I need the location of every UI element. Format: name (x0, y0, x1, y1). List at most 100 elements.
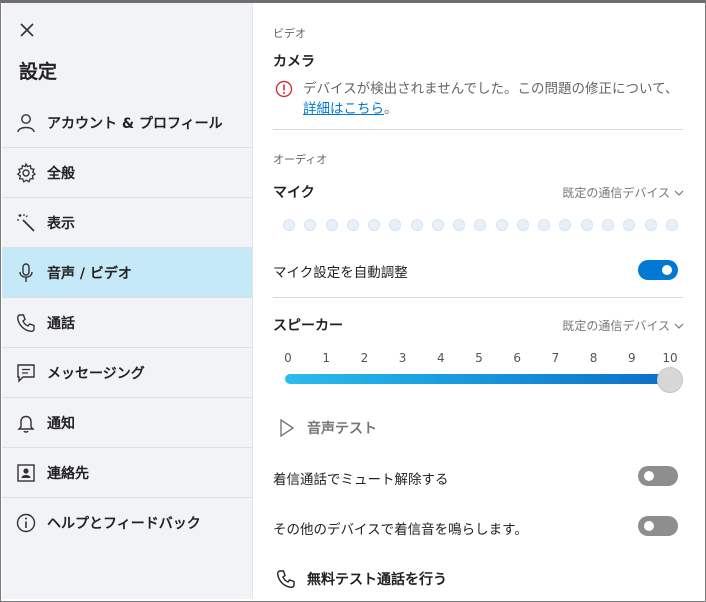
mic-level-dot (538, 219, 551, 231)
volume-scale-label: 9 (627, 351, 636, 365)
free-test-call-label: 無料テスト通話を行う (307, 572, 447, 588)
chevron-down-icon (674, 323, 684, 329)
mic-level-dot (474, 219, 487, 231)
audio-test-button[interactable]: 音声テスト (275, 417, 377, 439)
mic-level-dot (453, 219, 466, 231)
close-icon (20, 23, 34, 37)
phone-icon (276, 570, 295, 589)
magic-wand-icon (13, 210, 39, 236)
volume-scale-label: 5 (475, 351, 483, 365)
audio-section-label: オーディオ (273, 153, 328, 166)
mic-level-dot (495, 219, 508, 231)
volume-scale-label: 0 (284, 351, 292, 365)
camera-title: カメラ (273, 54, 315, 70)
mic-level-dot (389, 219, 402, 231)
warning-text: デバイスが検出されませんでした。この問題の修正について、 (303, 81, 679, 97)
nav-item-notifications[interactable]: 通知 (2, 398, 252, 448)
info-icon (13, 510, 39, 536)
settings-sidebar: 設定 アカウント & プロフィール 全般 表示 音声 / ビデオ 通話 メッセー… (2, 3, 253, 599)
volume-scale-label: 7 (551, 351, 560, 365)
mic-level-dot (346, 219, 359, 231)
mic-level-dot (431, 219, 444, 231)
nav-label: 連絡先 (47, 465, 89, 482)
person-icon (13, 110, 39, 136)
volume-scale-label: 3 (398, 351, 407, 365)
toggle-knob (644, 521, 654, 531)
mic-level-dot (580, 219, 593, 231)
ring-other-toggle[interactable] (638, 516, 678, 536)
mic-level-dot (559, 219, 572, 231)
nav-item-general[interactable]: 全般 (2, 148, 252, 198)
unmute-label: 着信通話でミュート解除する (273, 472, 449, 488)
divider (273, 297, 683, 298)
mic-level-dot (665, 219, 678, 231)
speaker-title: スピーカー (273, 318, 343, 334)
mic-title: マイク (273, 185, 315, 201)
speaker-device-value: 既定の通信デバイス (562, 319, 670, 333)
video-section-label: ビデオ (273, 27, 306, 40)
volume-scale-label: 4 (436, 351, 445, 365)
contact-card-icon (13, 460, 39, 486)
nav-item-audio-video[interactable]: 音声 / ビデオ (2, 248, 252, 298)
mic-level-dot (410, 219, 423, 231)
mic-level-dot (283, 219, 295, 231)
nav-label: 全般 (47, 165, 75, 182)
mic-level-dot (325, 219, 338, 231)
phone-icon (13, 310, 39, 336)
chevron-down-icon (674, 190, 684, 196)
mic-level-dot (516, 219, 529, 231)
settings-title: 設定 (19, 61, 58, 83)
mic-device-dropdown[interactable]: 既定の通信デバイス (562, 184, 684, 201)
volume-scale: 0 1 2 3 4 5 6 7 8 9 10 (280, 351, 677, 367)
mic-level-meter (283, 219, 678, 231)
play-icon (280, 418, 295, 438)
nav-item-messaging[interactable]: メッセージング (2, 348, 252, 398)
mic-level-dot (601, 219, 614, 231)
mic-level-dot (304, 219, 317, 231)
mic-device-value: 既定の通信デバイス (562, 186, 670, 200)
mic-level-dot (644, 219, 657, 231)
nav-item-help[interactable]: ヘルプとフィードバック (2, 498, 252, 548)
divider (273, 129, 683, 130)
warning-icon (275, 80, 293, 98)
toggle-knob (662, 265, 672, 275)
nav-label: 音声 / ビデオ (47, 265, 132, 282)
auto-adjust-toggle[interactable] (638, 260, 678, 280)
nav-label: アカウント & プロフィール (47, 115, 223, 132)
warning-text-end: 。 (384, 101, 398, 117)
free-test-call-button[interactable]: 無料テスト通話を行う (275, 568, 447, 590)
unmute-toggle[interactable] (638, 466, 678, 486)
nav-item-calls[interactable]: 通話 (2, 298, 252, 348)
nav-item-contacts[interactable]: 連絡先 (2, 448, 252, 498)
settings-nav: アカウント & プロフィール 全般 表示 音声 / ビデオ 通話 メッセージング… (2, 98, 252, 548)
toggle-knob (644, 471, 654, 481)
audio-video-settings: ビデオ カメラ デバイスが検出されませんでした。この問題の修正について、詳細はこ… (254, 3, 702, 599)
volume-scale-label: 6 (513, 351, 522, 365)
mic-level-dot (623, 219, 636, 231)
volume-scale-label: 2 (360, 351, 369, 365)
bell-icon (13, 410, 39, 436)
volume-scale-label: 8 (589, 351, 598, 365)
volume-slider-thumb[interactable] (657, 367, 683, 393)
volume-scale-label: 1 (322, 351, 331, 365)
audio-test-label: 音声テスト (307, 421, 377, 437)
nav-label: 通知 (47, 415, 75, 432)
ring-other-label: その他のデバイスで着信音を鳴らします。 (273, 522, 528, 538)
nav-label: ヘルプとフィードバック (47, 516, 201, 532)
nav-item-display[interactable]: 表示 (2, 198, 252, 248)
nav-label: 通話 (47, 315, 75, 332)
nav-label: メッセージング (47, 365, 145, 382)
volume-scale-label: 10 (662, 351, 678, 365)
microphone-icon (13, 260, 39, 286)
gear-icon (13, 160, 39, 186)
message-icon (13, 360, 39, 386)
auto-adjust-label: マイク設定を自動調整 (273, 265, 408, 281)
camera-warning: デバイスが検出されませんでした。この問題の修正について、詳細はこちら。 (275, 79, 685, 119)
warning-message: デバイスが検出されませんでした。この問題の修正について、詳細はこちら。 (303, 79, 685, 119)
volume-slider-track[interactable] (285, 374, 671, 384)
nav-item-account[interactable]: アカウント & プロフィール (2, 98, 252, 148)
speaker-device-dropdown[interactable]: 既定の通信デバイス (562, 317, 684, 334)
close-button[interactable] (16, 19, 38, 41)
mic-level-dot (368, 219, 381, 231)
learn-more-link[interactable]: 詳細はこちら (303, 101, 384, 117)
